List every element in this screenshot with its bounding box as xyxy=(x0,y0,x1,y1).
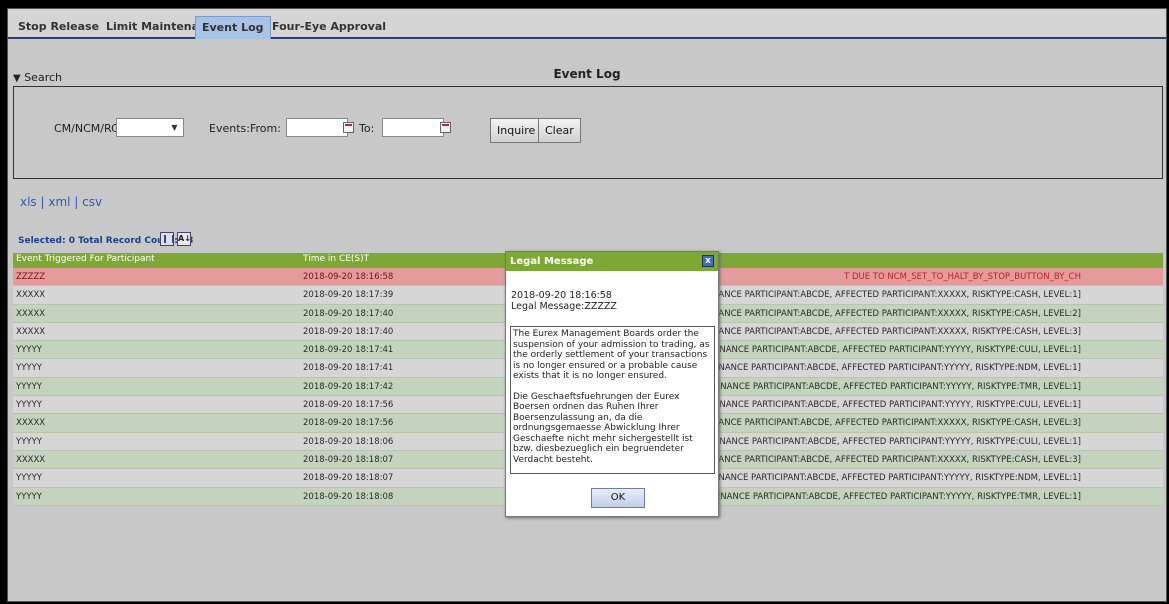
cell-description: ED [MAINTENANCE PARTICIPANT:ABCDE, AFFEC… xyxy=(661,326,1081,337)
cell-participant: ZZZZZ xyxy=(16,272,46,282)
cell-description: ED [MAINTENANCE PARTICIPANT:ABCDE, AFFEC… xyxy=(661,290,1081,301)
ok-button[interactable]: OK xyxy=(591,488,645,508)
cell-description: ED [MAINTENANCE PARTICIPANT:ABCDE, AFFEC… xyxy=(661,308,1081,319)
clear-button[interactable]: Clear xyxy=(538,118,581,143)
cell-time: 2018-09-20 18:17:41 xyxy=(303,345,394,356)
close-icon[interactable]: x xyxy=(702,255,714,267)
app-frame: Stop Release Limit Maintenance Event Log… xyxy=(7,8,1167,602)
calendar-icon[interactable] xyxy=(440,122,451,133)
cell-description: T DUE TO NCM_SET_TO_HALT_BY_STOP_BUTTON_… xyxy=(844,272,1081,282)
cell-time: 2018-09-20 18:18:07 xyxy=(303,473,394,484)
dialog-time: 2018-09-20 18:16:58 xyxy=(511,290,612,301)
export-separator: | xyxy=(36,195,49,209)
cell-participant: XXXXX xyxy=(16,454,46,465)
cm-select[interactable]: ▼ xyxy=(116,118,184,137)
tab-four-eye-approval[interactable]: Four-Eye Approval xyxy=(266,16,392,39)
inquire-button[interactable]: Inquire xyxy=(490,118,543,143)
column-header-participant[interactable]: Event Triggered For Participant xyxy=(16,254,155,264)
legal-message-dialog: Legal Message x 2018-09-20 18:16:58 Lega… xyxy=(505,251,719,517)
cell-description: ETED [MAINTENANCE PARTICIPANT:ABCDE, AFF… xyxy=(657,473,1081,484)
cell-time: 2018-09-20 18:18:07 xyxy=(303,454,394,465)
cell-time: 2018-09-20 18:17:40 xyxy=(303,326,394,337)
cell-time: 2018-09-20 18:17:41 xyxy=(303,363,394,374)
dialog-meta: 2018-09-20 18:16:58 Legal Message:ZZZZZ xyxy=(511,290,617,312)
cell-participant: YYYYY xyxy=(16,345,42,356)
dialog-title-bar: Legal Message x xyxy=(506,252,718,271)
dialog-message-text[interactable]: The Eurex Management Boards order the su… xyxy=(510,326,715,474)
message-english: The Eurex Management Boards order the su… xyxy=(513,329,710,381)
cell-time: 2018-09-20 18:17:39 xyxy=(303,290,394,301)
cell-description: ETED [MAINTENANCE PARTICIPANT:ABCDE, AFF… xyxy=(658,436,1081,447)
tab-bar: Stop Release Limit Maintenance Event Log… xyxy=(8,9,1166,39)
to-date-input[interactable] xyxy=(382,118,444,137)
tab-stop-release[interactable]: Stop Release xyxy=(12,16,105,39)
cell-time: 2018-09-20 18:18:08 xyxy=(303,491,394,502)
message-german: Die Geschaeftsfuehrungen der Eurex Boers… xyxy=(513,391,693,465)
cell-time: 2018-09-20 18:17:56 xyxy=(303,400,394,411)
from-date-input[interactable] xyxy=(286,118,348,137)
column-chooser-icon[interactable] xyxy=(160,232,174,246)
calendar-icon[interactable] xyxy=(343,122,354,133)
tab-event-log[interactable]: Event Log xyxy=(195,16,271,39)
cell-participant: YYYYY xyxy=(16,473,42,484)
cell-participant: XXXXX xyxy=(16,418,46,429)
cell-time: 2018-09-20 18:17:56 xyxy=(303,418,394,429)
export-xls-link[interactable]: xls xyxy=(20,195,37,209)
sort-icon[interactable]: A↓ xyxy=(177,232,191,246)
cell-time: 2018-09-20 18:17:42 xyxy=(303,381,394,392)
events-label: Events: xyxy=(209,122,250,135)
cell-participant: XXXXX xyxy=(16,326,46,337)
cell-time: 2018-09-20 18:17:40 xyxy=(303,308,394,319)
search-panel: CM/NCM/RC: ▼ Events: From: To: Inquire C… xyxy=(13,86,1163,179)
dialog-title: Legal Message xyxy=(510,256,594,267)
cell-time: 2018-09-20 18:18:06 xyxy=(303,436,394,447)
export-separator: | xyxy=(70,195,83,209)
cell-description: ED [MAINTENANCE PARTICIPANT:ABCDE, AFFEC… xyxy=(668,345,1081,356)
export-xml-link[interactable]: xml xyxy=(48,195,70,209)
chevron-down-icon: ▼ xyxy=(171,123,178,132)
cell-participant: YYYYY xyxy=(16,381,42,392)
cell-participant: XXXXX xyxy=(16,290,46,301)
column-header-time[interactable]: Time in CE(S)T xyxy=(303,254,369,264)
cm-label: CM/NCM/RC: xyxy=(54,122,123,135)
cell-participant: YYYYY xyxy=(16,436,42,447)
export-links: xls | xml | csv xyxy=(20,195,102,209)
cell-participant: XXXXX xyxy=(16,308,46,319)
cell-description: ED [MAINTENANCE PARTICIPANT:ABCDE, AFFEC… xyxy=(669,381,1081,392)
cell-participant: YYYYY xyxy=(16,400,42,411)
cell-description: ED [MAINTENANCE PARTICIPANT:ABCDE, AFFEC… xyxy=(667,363,1081,374)
cell-participant: YYYYY xyxy=(16,363,42,374)
page-title: Event Log xyxy=(553,67,621,81)
from-label: From: xyxy=(250,122,281,135)
to-label: To: xyxy=(359,122,375,135)
cell-time: 2018-09-20 18:16:58 xyxy=(303,272,394,282)
cell-participant: YYYYY xyxy=(16,491,42,502)
export-csv-link[interactable]: csv xyxy=(82,195,102,209)
dialog-legal-message: Legal Message:ZZZZZ xyxy=(511,301,617,312)
